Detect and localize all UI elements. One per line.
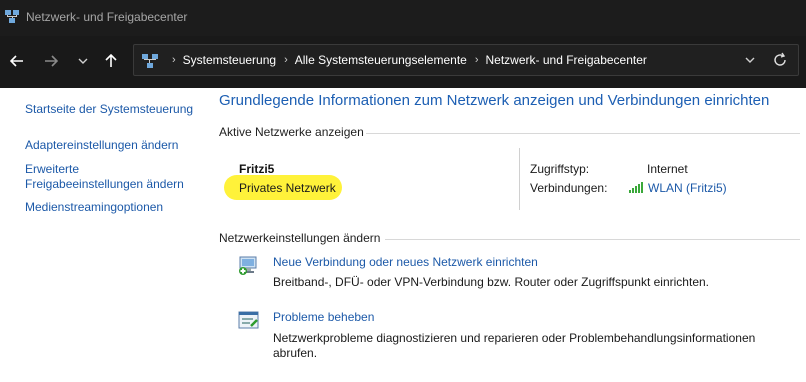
breadcrumb-netzwerkcenter[interactable]: Netzwerk- und Freigabecenter [486,53,647,67]
connections-label: Verbindungen: [530,181,608,195]
arrow-right-icon [45,55,58,67]
breadcrumb: › Systemsteuerung › Alle Systemsteuerung… [164,53,647,67]
chevron-right-icon[interactable]: › [284,54,288,66]
navigation-bar: › Systemsteuerung › Alle Systemsteuerung… [0,36,806,88]
page-title: Grundlegende Informationen zum Netzwerk … [219,92,770,109]
arrow-left-icon [10,55,23,67]
breadcrumb-systemsteuerung[interactable]: Systemsteuerung [183,53,276,67]
active-networks-heading: Aktive Netzwerke anzeigen [219,125,364,139]
troubleshoot-description: Netzwerkprobleme diagnostizieren und rep… [273,331,756,360]
task-pane: Startseite der Systemsteuerung Adapterei… [0,88,210,382]
forward-button[interactable] [40,50,62,72]
network-center-icon [5,10,19,23]
breadcrumb-alle-elemente[interactable]: Alle Systemsteuerungselemente [295,53,467,67]
access-type-value: Internet [647,162,688,176]
network-name: Fritzi5 [239,162,275,176]
window-title: Netzwerk- und Freigabecenter [26,10,188,24]
arrow-up-icon [105,54,117,67]
refresh-icon[interactable] [772,52,788,68]
troubleshoot-icon [238,311,259,329]
chevron-right-icon[interactable]: › [172,54,176,66]
sidebar-item-freigabeeinstellungen[interactable]: Erweiterte Freigabeeinstellungen ändern [25,162,184,192]
vertical-divider [519,148,520,210]
access-type-label: Zugriffstyp: [530,162,590,176]
troubleshoot-link[interactable]: Probleme beheben [273,310,374,324]
recent-locations-button[interactable] [72,50,94,72]
network-setup-icon [239,256,257,275]
section-divider [385,239,800,240]
network-center-icon [142,54,158,68]
section-divider [366,133,800,134]
up-button[interactable] [100,50,122,72]
title-bar: Netzwerk- und Freigabecenter [0,0,806,36]
wlan-connection-link[interactable]: WLAN (Fritzi5) [648,181,727,195]
chevron-down-icon [78,58,88,64]
wifi-signal-icon [629,182,643,193]
address-bar[interactable]: › Systemsteuerung › Alle Systemsteuerung… [133,44,799,76]
sidebar-item-startseite[interactable]: Startseite der Systemsteuerung [25,102,193,117]
new-connection-link[interactable]: Neue Verbindung oder neues Netzwerk einr… [273,255,538,269]
chevron-down-icon[interactable] [744,54,756,66]
sidebar-item-adaptereinstellungen[interactable]: Adaptereinstellungen ändern [25,138,178,153]
back-button[interactable] [6,50,28,72]
chevron-right-icon[interactable]: › [475,54,479,66]
sidebar-item-medienstreaming[interactable]: Medienstreamingoptionen [25,200,163,215]
network-type-link[interactable]: Privates Netzwerk [239,181,336,195]
new-connection-description: Breitband-, DFÜ- oder VPN-Verbindung bzw… [273,275,709,289]
settings-heading: Netzwerkeinstellungen ändern [219,231,381,245]
